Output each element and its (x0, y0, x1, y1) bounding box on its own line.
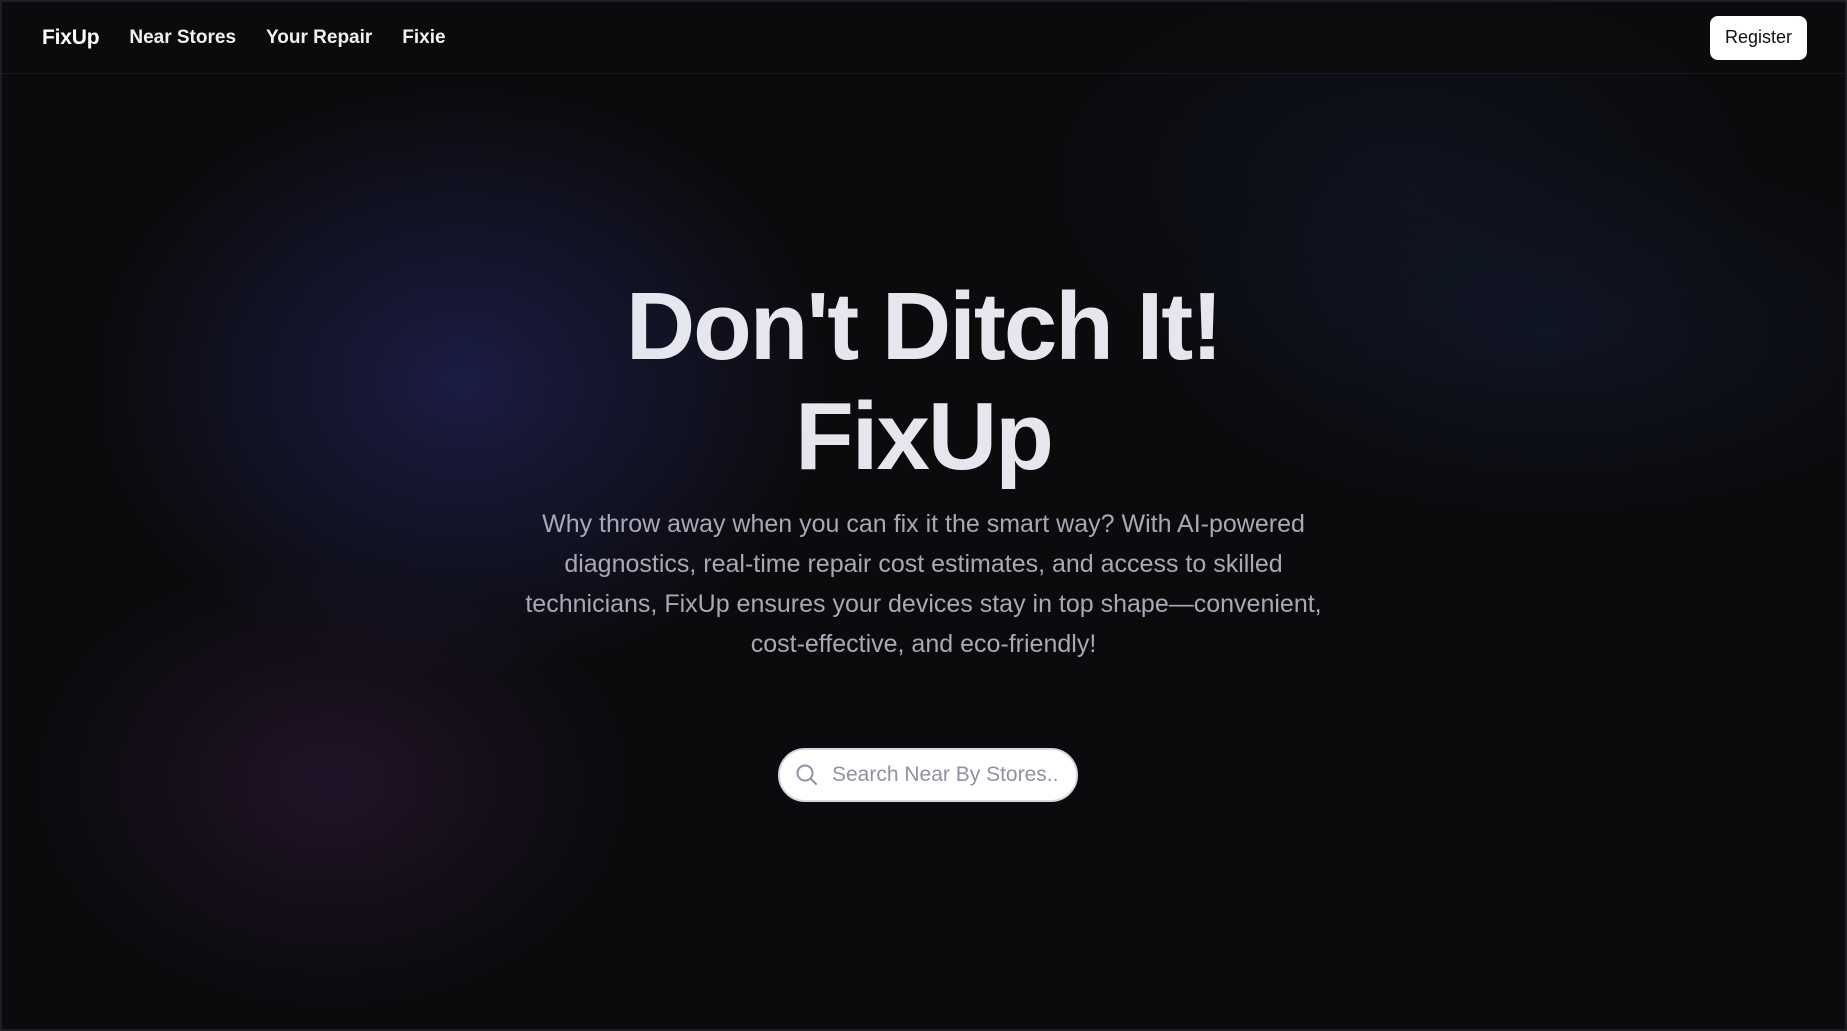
hero-subtitle: Why throw away when you can fix it the s… (525, 510, 1322, 658)
page: FixUp Near Stores Your Repair Fixie Regi… (0, 0, 1847, 1031)
nav-links: Near Stores Your Repair Fixie (129, 27, 445, 49)
hero-title-line-2: FixUp (795, 383, 1054, 490)
top-navbar: FixUp Near Stores Your Repair Fixie Regi… (2, 2, 1845, 74)
search-icon (794, 762, 820, 788)
nav-link-fixie[interactable]: Fixie (402, 27, 445, 49)
hero-section: Don't Ditch It! FixUp Why throw away whe… (2, 272, 1845, 664)
hero-title-line-1: Don't Ditch It! (625, 273, 1223, 380)
search-box[interactable] (778, 748, 1078, 802)
search-input[interactable] (830, 762, 1064, 788)
hero-title: Don't Ditch It! FixUp (2, 272, 1845, 492)
register-button[interactable]: Register (1709, 15, 1807, 60)
nav-link-your-repair[interactable]: Your Repair (266, 27, 372, 49)
nav-link-near-stores[interactable]: Near Stores (129, 27, 236, 49)
brand-logo[interactable]: FixUp (42, 26, 100, 50)
